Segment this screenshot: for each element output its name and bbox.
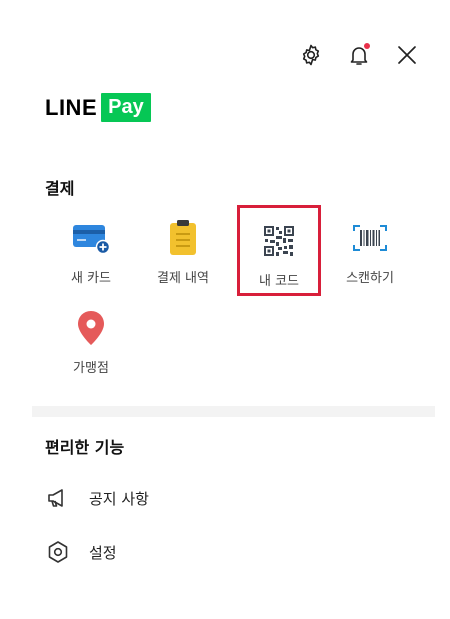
notice-item[interactable]: 공지 사항 <box>45 485 149 511</box>
settings-item[interactable]: 설정 <box>45 539 117 565</box>
scan-label: 스캔하기 <box>346 271 394 286</box>
location-pin-icon <box>71 309 111 347</box>
line-pay-logo: LINE Pay <box>45 93 151 122</box>
card-add-icon <box>71 219 111 257</box>
new-card-label: 새 카드 <box>70 271 111 286</box>
megaphone-icon <box>45 485 71 511</box>
notice-label: 공지 사항 <box>89 489 149 508</box>
payment-section-title: 결제 <box>45 179 75 198</box>
barcode-scan-icon <box>350 219 390 257</box>
qr-code-icon <box>259 222 299 260</box>
my-code-label: 내 코드 <box>258 274 299 289</box>
merchant-label: 가맹점 <box>73 361 109 376</box>
close-icon <box>398 46 416 64</box>
gear-icon <box>302 44 320 66</box>
features-section-title: 편리한 기능 <box>45 438 125 457</box>
payment-history-button[interactable]: 결제 내역 <box>138 205 228 287</box>
my-code-button[interactable]: 내 코드 <box>237 205 321 296</box>
settings-label: 설정 <box>89 543 117 562</box>
header-actions <box>298 42 420 68</box>
notification-badge <box>364 43 370 49</box>
close-button[interactable] <box>394 42 420 68</box>
new-card-button[interactable]: 새 카드 <box>46 205 136 287</box>
section-divider <box>32 406 435 417</box>
scan-button[interactable]: 스캔하기 <box>325 205 415 287</box>
clipboard-icon <box>163 219 203 257</box>
settings-button[interactable] <box>298 42 324 68</box>
logo-pay-badge: Pay <box>101 93 151 122</box>
notifications-button[interactable] <box>346 42 372 68</box>
merchant-button[interactable]: 가맹점 <box>46 295 136 377</box>
logo-line-text: LINE <box>45 94 98 120</box>
payment-history-label: 결제 내역 <box>157 271 209 286</box>
settings-hexagon-icon <box>45 539 71 565</box>
